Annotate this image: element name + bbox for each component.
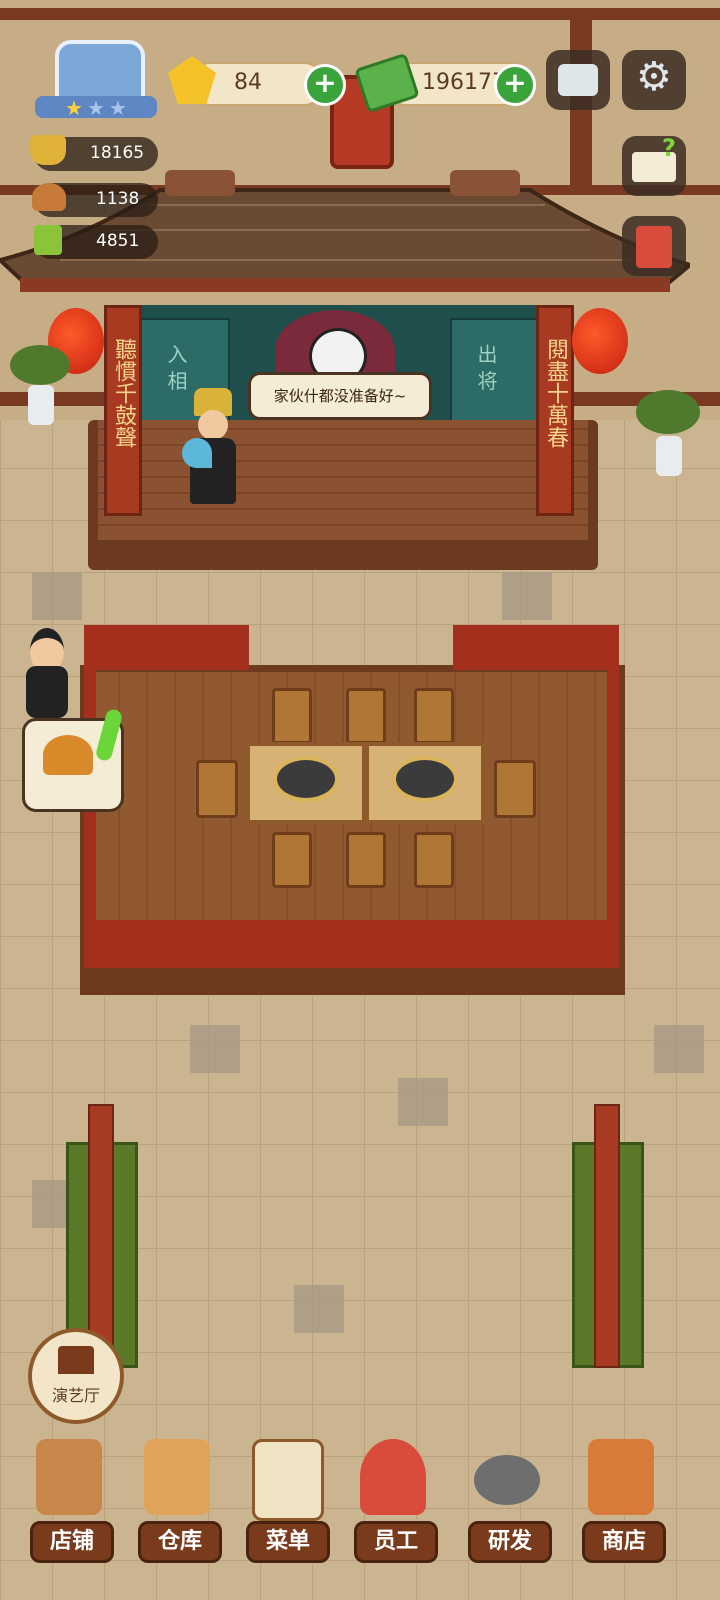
couplet-left: 聽慣千鼓聲 — [111, 338, 136, 448]
bottom-navigation: 店铺 仓库 菜单 员工 研发 商店 — [0, 1415, 720, 1600]
potted-plant-left — [10, 345, 70, 435]
fan-icon — [182, 438, 212, 468]
wok-icon — [474, 1455, 540, 1505]
curtain-right: 出 将 — [450, 318, 540, 422]
bell-icon — [43, 735, 93, 775]
service-bell-bubble[interactable] — [22, 707, 124, 812]
nav-store[interactable]: 商店 — [576, 1435, 666, 1565]
wooden-post-left — [88, 1104, 114, 1368]
shop-building-icon — [36, 1439, 102, 1515]
green-book-icon — [34, 225, 62, 255]
add-gems-button[interactable]: + — [304, 64, 346, 106]
store-icon — [588, 1439, 654, 1515]
camera-icon — [558, 64, 598, 96]
chair[interactable] — [346, 832, 386, 888]
boxes-icon — [144, 1439, 210, 1515]
hotpot-stove-icon — [273, 756, 339, 802]
dining-table-right[interactable] — [365, 742, 485, 824]
couplet-right: 閱盡十萬春 — [543, 338, 568, 448]
waiter-character[interactable] — [20, 628, 72, 720]
railing-right — [607, 665, 619, 925]
red-lantern-right — [572, 308, 628, 374]
guide-book-button[interactable]: ? — [622, 134, 686, 196]
nav-research[interactable]: 研发 — [462, 1435, 552, 1565]
railing-top-left — [84, 625, 249, 670]
nav-staff[interactable]: 员工 — [348, 1435, 438, 1565]
gear-icon: ⚙ — [636, 54, 672, 100]
stage-floor — [98, 420, 588, 540]
nav-shop-label: 店铺 — [30, 1521, 114, 1563]
speech-bubble: 家伙什都没准备好~ — [248, 372, 432, 420]
potted-plant-right — [636, 390, 700, 486]
dishes-value: 1138 — [96, 189, 140, 209]
red-book-icon — [636, 226, 672, 268]
chair[interactable] — [272, 832, 312, 888]
nav-research-label: 研发 — [468, 1521, 552, 1563]
nav-store-label: 商店 — [582, 1521, 666, 1563]
worn-tile — [32, 572, 82, 620]
waitress-icon — [360, 1439, 426, 1515]
recipe-book-button[interactable] — [622, 216, 686, 276]
wooden-post-right — [594, 1104, 620, 1368]
theater-button-label: 演艺厅 — [51, 1386, 100, 1405]
nav-warehouse-label: 仓库 — [138, 1521, 222, 1563]
resource-gold: 18165 — [30, 135, 158, 171]
star-empty-icon: ★ — [109, 96, 127, 120]
clipboard-menu-icon — [252, 1439, 324, 1521]
restaurant-rating-badge[interactable]: ★ ★ ★ — [35, 40, 157, 122]
stage-pillar-right: 閱盡十萬春 — [536, 305, 574, 516]
opera-performer[interactable] — [182, 388, 244, 508]
nav-menu[interactable]: 菜单 — [240, 1435, 330, 1565]
nav-menu-label: 菜单 — [246, 1521, 330, 1563]
gold-ingot-icon — [30, 135, 66, 165]
railing-top-right — [453, 625, 619, 670]
worn-tile — [398, 1078, 448, 1126]
railing-bottom — [84, 920, 619, 968]
dining-table-left[interactable] — [246, 742, 366, 824]
chair[interactable] — [272, 688, 312, 744]
nav-shop[interactable]: 店铺 — [24, 1435, 114, 1565]
books-value: 4851 — [96, 231, 140, 251]
add-cash-button[interactable]: + — [494, 64, 536, 106]
camera-button[interactable] — [546, 50, 610, 110]
resource-dishes: 1138 — [32, 183, 158, 217]
gold-value: 18165 — [90, 143, 145, 163]
hotpot-stove-icon — [392, 756, 458, 802]
nav-staff-label: 员工 — [354, 1521, 438, 1563]
chair[interactable] — [196, 760, 238, 818]
worn-tile — [190, 1025, 240, 1073]
chair[interactable] — [346, 688, 386, 744]
nav-warehouse[interactable]: 仓库 — [132, 1435, 222, 1565]
worn-tile — [294, 1285, 344, 1333]
wall-beam — [0, 8, 720, 20]
chair[interactable] — [494, 760, 536, 818]
question-icon: ? — [662, 134, 676, 162]
gems-value: 84 — [234, 70, 262, 95]
chair[interactable] — [414, 832, 454, 888]
curtain-left-text: 入 相 — [164, 344, 188, 391]
chair[interactable] — [414, 688, 454, 744]
star-icon: ★ — [65, 96, 83, 120]
theater-building-icon — [58, 1346, 94, 1374]
settings-button[interactable]: ⚙ — [622, 50, 686, 110]
stage-pillar-left: 聽慣千鼓聲 — [104, 305, 142, 516]
theater-button[interactable]: 演艺厅 — [28, 1328, 124, 1424]
star-empty-icon: ★ — [87, 96, 105, 120]
resource-books: 4851 — [34, 225, 158, 259]
curtain-right-text: 出 将 — [474, 344, 498, 391]
food-dish-icon — [32, 183, 66, 211]
worn-tile — [654, 1025, 704, 1073]
worn-tile — [502, 572, 552, 620]
